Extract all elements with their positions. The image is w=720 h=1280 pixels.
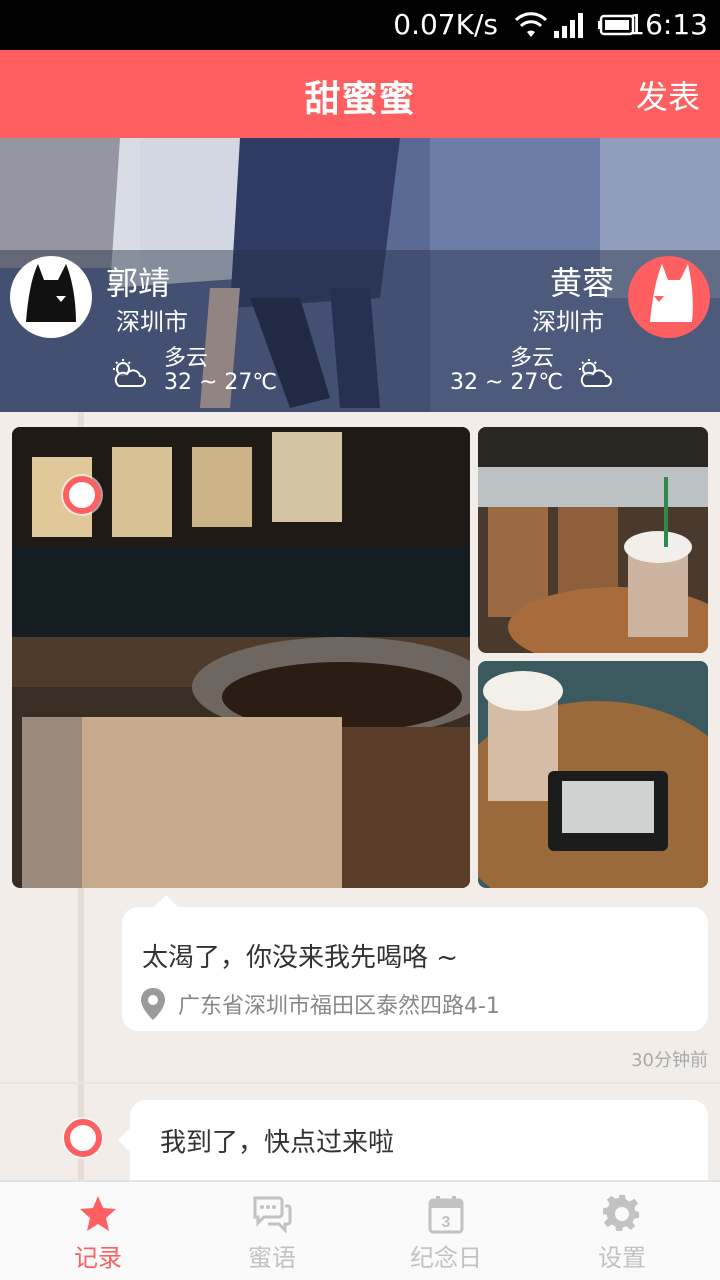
location-pin-icon [141,988,165,1020]
location-text: 广东省深圳市福田区泰然四路4-1 [178,994,500,1019]
status-bar: 0.07K/s 16:13 [0,0,720,50]
post-location[interactable]: 广东省深圳市福田区泰然四路4-1 [140,987,500,1021]
star-icon [80,1196,116,1231]
bottom-navigation: 记录 蜜语 3 纪念日 设置 [0,1180,720,1280]
partner-name-right: 黄蓉 [550,264,615,302]
avatar-left[interactable] [10,256,92,338]
gear-icon [603,1194,640,1231]
tab-label: 蜜语 [248,1244,296,1272]
app-bar: 甜蜜蜜 发表 [0,50,720,138]
calendar-icon: 3 [428,1196,464,1234]
weather-right: 多云 [510,346,555,371]
wifi-icon [514,12,548,37]
clock: 16:13 [627,8,708,41]
tab-messages[interactable]: 蜜语 [182,1182,362,1280]
partly-cloudy-icon [113,359,146,387]
network-speed: 0.07K/s [393,8,498,41]
cat-avatar-icon [12,258,90,336]
page-title: 甜蜜蜜 [304,79,416,120]
tab-label: 设置 [598,1244,646,1272]
city-left: 深圳市 [116,308,188,336]
timeline-marker [64,1119,102,1157]
timeline-marker [63,476,101,514]
signal-icon [554,13,583,38]
temperature-left: 32 ~ 27℃ [164,370,278,395]
partner-name-left: 郭靖 [106,264,171,302]
weather-left: 多云 [164,346,209,371]
chat-bubbles-icon [253,1196,292,1234]
cafe-table-photo [478,427,708,653]
post-photo-bottom[interactable] [478,661,708,888]
post-button[interactable]: 发表 [636,72,700,118]
svg-text:3: 3 [442,1214,451,1231]
tab-anniversary[interactable]: 3 纪念日 [356,1182,536,1280]
post-photo-top[interactable] [478,427,708,653]
post-divider [0,1082,720,1084]
partly-cloudy-icon [579,359,612,387]
temperature-right: 32 ~ 27℃ [450,370,564,395]
post-text: 太渴了，你没来我先喝咯 ~ [142,943,459,973]
post-card[interactable]: 太渴了，你没来我先喝咯 ~ 广东省深圳市福田区泰然四路4-1 [122,895,708,1031]
tab-records[interactable]: 记录 [8,1182,188,1280]
post-text: 我到了，快点过来啦 [160,1128,395,1158]
drink-and-ereader-photo [478,661,708,888]
city-right: 深圳市 [532,308,604,336]
tab-label: 记录 [74,1244,122,1272]
avatar-right[interactable] [628,256,710,338]
cat-avatar-icon [630,258,708,336]
tab-label: 纪念日 [410,1244,482,1272]
post-time: 30分钟前 [631,1050,708,1071]
tab-settings[interactable]: 设置 [532,1182,712,1280]
